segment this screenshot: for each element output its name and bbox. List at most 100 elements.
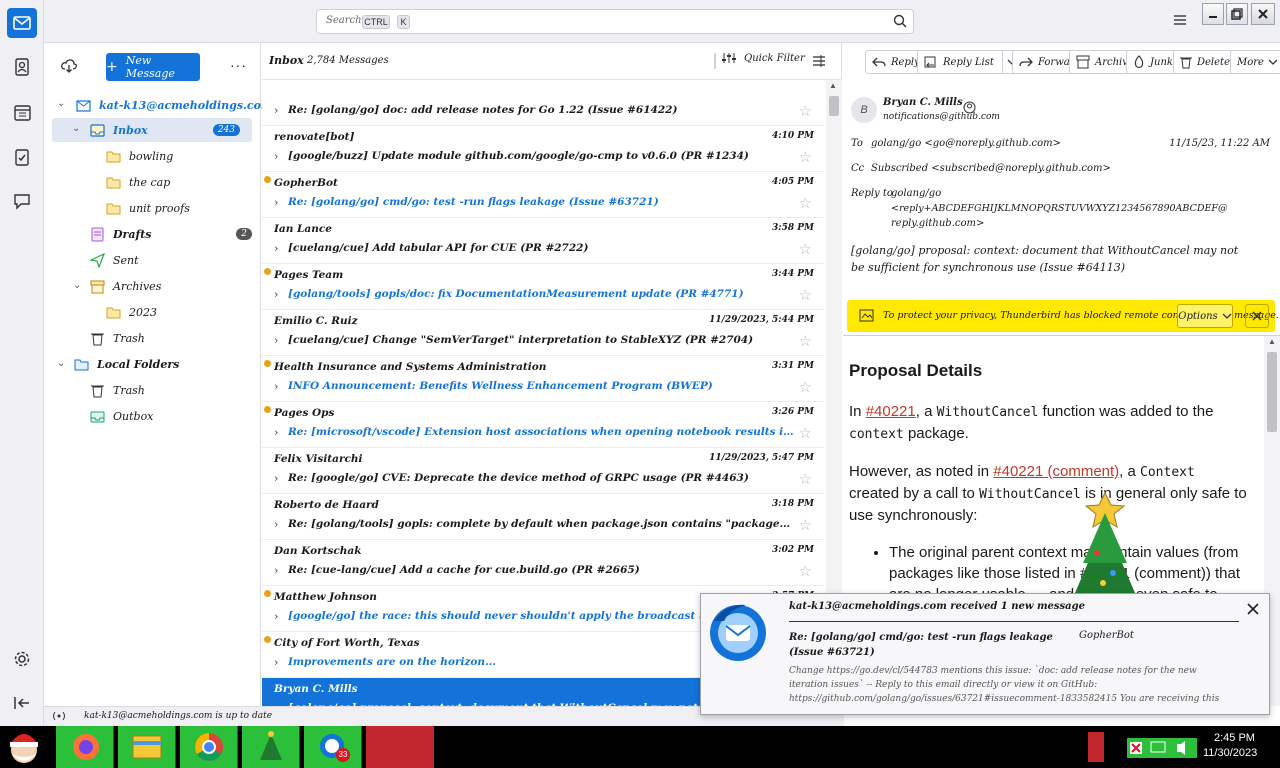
reply-to-address[interactable]: <reply+ABCDEFGHIJKLMNOPQRSTUVWXYZ1234567… (891, 203, 1228, 214)
quick-filter-button[interactable]: Quick Filter (722, 52, 805, 64)
issue-link[interactable]: #40221 (866, 403, 916, 420)
folder-sent[interactable]: Sent (90, 248, 139, 272)
maximize-button[interactable] (1226, 3, 1248, 25)
settings-icon[interactable] (7, 644, 37, 674)
folder-account[interactable]: kat-k13@acmeholdings.com (76, 93, 273, 117)
thread-chevron-icon[interactable]: › (274, 104, 278, 117)
thread-chevron-icon[interactable]: › (274, 610, 278, 623)
message-row[interactable]: Felix Visitarchi 11/29/2023, 5:47 PM › Re: … (262, 448, 824, 494)
scrollbar-thumb[interactable] (1267, 352, 1277, 432)
folder-local-trash[interactable]: Trash (90, 378, 145, 402)
folder-inbox[interactable]: Inbox 243 (52, 118, 252, 142)
junk-button[interactable]: Junk (1126, 50, 1180, 74)
taskbar-file-explorer-button[interactable] (118, 726, 176, 768)
thread-chevron-icon[interactable]: › (274, 288, 278, 301)
online-status-icon[interactable] (52, 711, 66, 721)
star-icon[interactable]: ☆ (799, 286, 812, 304)
search-icon[interactable] (893, 14, 907, 28)
reply-to-address-end[interactable]: reply.github.com> (891, 218, 984, 229)
thread-chevron-icon[interactable]: › (274, 564, 278, 577)
thread-chevron-icon[interactable]: › (274, 518, 278, 531)
thread-chevron-icon[interactable]: › (274, 380, 278, 393)
address-book-icon[interactable] (7, 52, 37, 82)
chevron-down-icon[interactable]: ⌄ (57, 98, 65, 109)
folder-trash[interactable]: Trash (90, 326, 145, 350)
to-value[interactable]: golang/go <go@noreply.github.com> (871, 138, 1061, 149)
folder-sub1[interactable]: bowling (106, 144, 173, 168)
message-row[interactable]: Roberto de Haard 3:18 PM › Re: [golang/tool… (262, 494, 824, 540)
star-icon[interactable]: ☆ (799, 470, 812, 488)
thread-chevron-icon[interactable]: › (274, 472, 278, 485)
tasks-icon[interactable] (7, 142, 37, 172)
thread-chevron-icon[interactable]: › (274, 150, 278, 163)
close-icon[interactable] (1247, 603, 1259, 615)
mail-icon[interactable] (7, 8, 37, 38)
start-button-santa-icon[interactable] (4, 728, 44, 766)
star-icon[interactable]: ☆ (799, 194, 812, 212)
chat-icon[interactable] (7, 186, 37, 216)
taskbar-firefox-button[interactable] (56, 726, 114, 768)
folder-archives[interactable]: Archives (90, 274, 161, 298)
message-row[interactable]: Pages Team 3:44 PM › [golang/tools] gopls/d… (262, 264, 824, 310)
message-row[interactable]: Health Insurance and Systems Administrat… (262, 356, 824, 402)
new-message-button[interactable]: + New Message (106, 53, 200, 81)
cc-value[interactable]: Subscribed <subscribed@noreply.github.co… (871, 163, 1111, 174)
star-icon[interactable]: ☆ (799, 102, 812, 120)
star-icon[interactable]: ☆ (799, 424, 812, 442)
message-row[interactable]: Ian Lance 3:58 PM › [cuelang/cue] Add tabul… (262, 218, 824, 264)
message-row[interactable]: › Re: [golang/go] doc: add release notes … (262, 80, 824, 126)
app-menu-icon[interactable] (1173, 14, 1187, 26)
taskbar-empty-slot[interactable] (366, 726, 434, 768)
thread-chevron-icon[interactable]: › (274, 426, 278, 439)
message-row[interactable]: Dan Kortschak 3:02 PM › Re: [cue-lang/cue] … (262, 540, 824, 586)
options-button[interactable]: Options (1177, 304, 1233, 328)
comment-link[interactable]: #40221 (comment) (993, 463, 1119, 480)
scrollbar-thumb[interactable] (829, 96, 839, 116)
new-mail-notification[interactable]: kat-k13@acmeholdings.com received 1 new … (700, 593, 1270, 715)
list-display-options-icon[interactable] (812, 54, 826, 68)
close-notice-button[interactable] (1245, 304, 1269, 328)
taskbar-tree-button[interactable] (242, 726, 300, 768)
chevron-down-icon[interactable]: ⌄ (72, 123, 80, 134)
delete-button[interactable]: Delete (1173, 50, 1237, 74)
thread-chevron-icon[interactable]: › (274, 656, 278, 669)
folder-pane-menu-icon[interactable]: ··· (230, 57, 247, 73)
message-row[interactable]: renovate[bot] 4:10 PM › [google/buzz] Updat… (262, 126, 824, 172)
minimize-button[interactable] (1202, 3, 1224, 25)
folder-outbox[interactable]: Outbox (90, 404, 153, 428)
message-row[interactable]: GopherBot 4:05 PM › Re: [golang/go] cmd/go:… (262, 172, 824, 218)
taskbar-chat-button[interactable]: 33 (304, 726, 362, 768)
close-window-button[interactable] (1251, 3, 1275, 25)
folder-local[interactable]: Local Folders (74, 352, 179, 376)
clock-time[interactable]: 2:45 PM (1214, 732, 1255, 744)
message-row[interactable]: Emilio C. Ruiz 11/29/2023, 5:44 PM › [cuela… (262, 310, 824, 356)
clock-date[interactable]: 11/30/2023 (1203, 747, 1257, 759)
calendar-icon[interactable] (7, 97, 37, 127)
thread-chevron-icon[interactable]: › (274, 242, 278, 255)
folder-sub2[interactable]: the cap (106, 170, 170, 194)
star-icon[interactable]: ☆ (799, 562, 812, 580)
taskbar-chrome-button[interactable] (180, 726, 238, 768)
star-icon[interactable]: ☆ (799, 148, 812, 166)
reply-list-button[interactable]: Reply List (917, 50, 1027, 74)
star-icon[interactable]: ☆ (799, 240, 812, 258)
tray-icons[interactable] (1127, 738, 1197, 758)
more-button[interactable]: More (1230, 50, 1280, 74)
tray-flag-icon[interactable] (1088, 732, 1104, 762)
folder-archive-year[interactable]: 2023 (106, 300, 157, 324)
star-icon[interactable]: ☆ (799, 516, 812, 534)
chevron-down-icon[interactable]: ⌄ (57, 358, 65, 369)
add-contact-icon[interactable] (963, 101, 976, 114)
thread-chevron-icon[interactable]: › (274, 334, 278, 347)
star-icon[interactable]: ☆ (799, 332, 812, 350)
get-messages-icon[interactable] (61, 59, 77, 73)
message-row[interactable]: Pages Ops 3:26 PM › Re: [microsoft/vscode] … (262, 402, 824, 448)
reply-to-value[interactable]: golang/go (891, 188, 941, 199)
thread-chevron-icon[interactable]: › (274, 196, 278, 209)
search-bar[interactable]: Search… CTRL K (316, 9, 914, 34)
chevron-down-icon[interactable]: ⌄ (73, 280, 81, 291)
folder-drafts[interactable]: Drafts 2 (90, 222, 252, 246)
collapse-spaces-icon[interactable] (7, 688, 37, 718)
star-icon[interactable]: ☆ (799, 378, 812, 396)
folder-sub3[interactable]: unit proofs (106, 196, 190, 220)
